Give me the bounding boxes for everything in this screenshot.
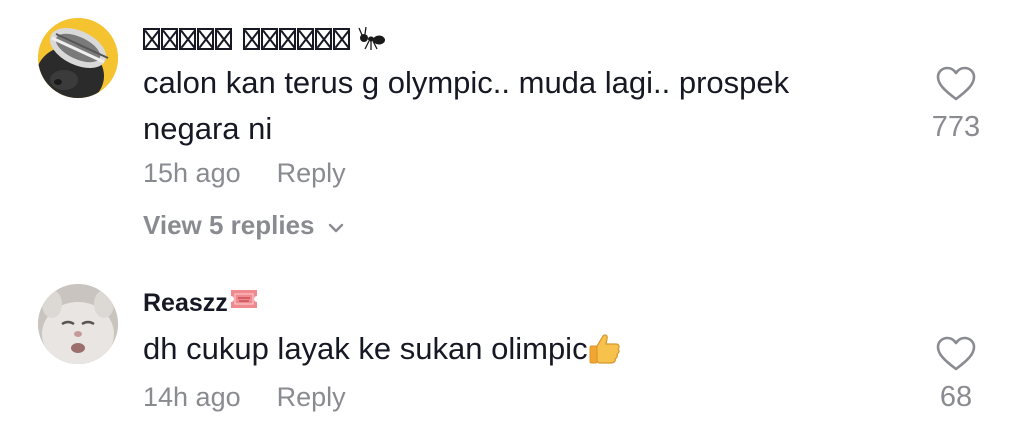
- thumbs-up-emoji-icon: [589, 334, 620, 364]
- avatar[interactable]: [38, 284, 118, 364]
- comment-text: dh cukup layak ke sukan olimpic: [143, 326, 863, 372]
- heart-icon[interactable]: [936, 66, 976, 102]
- avatar-image: [38, 18, 118, 98]
- comment-meta: 14h ago Reply: [143, 382, 346, 413]
- heart-icon[interactable]: [936, 336, 976, 372]
- avatar[interactable]: [38, 18, 118, 98]
- like-count: 773: [931, 111, 981, 143]
- like-area: 773: [911, 66, 1001, 144]
- timestamp: 14h ago: [143, 382, 241, 412]
- view-replies-button[interactable]: View 5 replies: [143, 210, 347, 241]
- username[interactable]: Reaszz: [143, 286, 259, 320]
- username-text: Reaszz: [143, 288, 228, 317]
- chevron-down-icon: [328, 223, 343, 232]
- timestamp: 15h ago: [143, 158, 241, 188]
- like-area: 68: [911, 336, 1001, 414]
- avatar-image: [38, 284, 118, 364]
- comment-meta: 15h ago Reply: [143, 158, 346, 189]
- reply-button[interactable]: Reply: [277, 158, 346, 188]
- view-replies-label: View 5 replies: [143, 210, 315, 240]
- comment-item: Reaszz dh cukup layak ke sukan olimpic 1…: [0, 260, 1032, 424]
- reply-button[interactable]: Reply: [277, 382, 346, 412]
- like-count: 68: [939, 381, 973, 413]
- comment-text: calon kan terus g olympic.. muda lagi.. …: [143, 65, 790, 146]
- admit-one-ticket-emoji-icon: [230, 290, 257, 308]
- username[interactable]: [143, 22, 387, 56]
- ant-emoji-icon: [358, 26, 385, 50]
- comment-item: calon kan terus g olympic.. muda lagi.. …: [0, 0, 1032, 260]
